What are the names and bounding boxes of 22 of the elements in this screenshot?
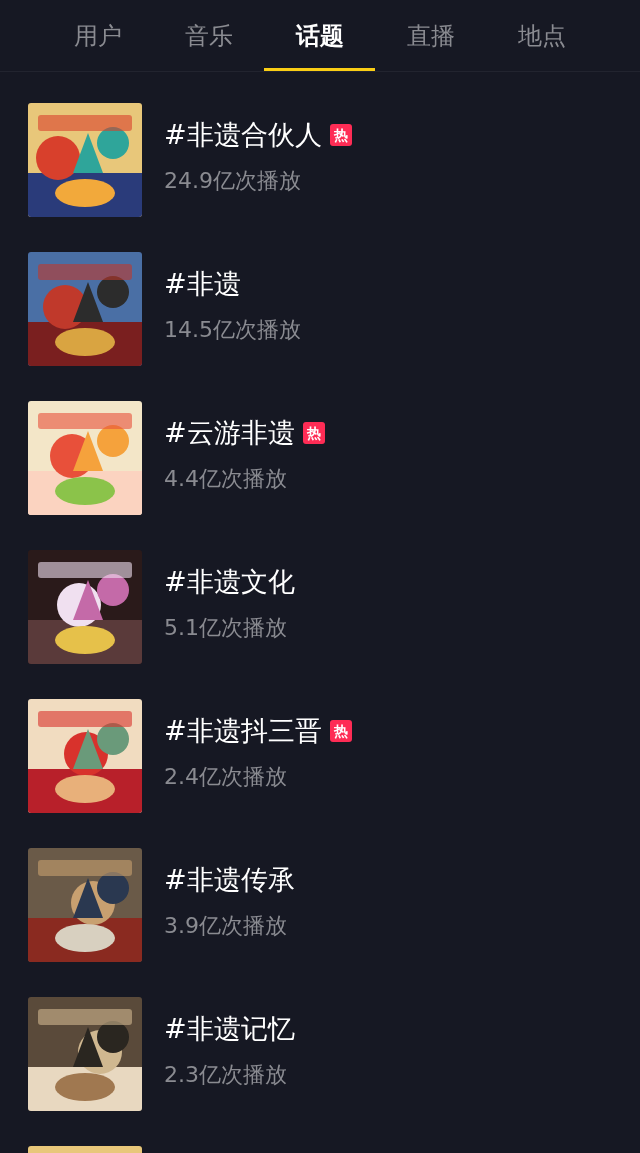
topic-title[interactable]: #云游非遗: [164, 413, 295, 454]
topic-title[interactable]: #非遗抖三晋: [164, 711, 322, 752]
topic-title[interactable]: #非遗记忆: [164, 1009, 295, 1050]
play-count: 4.4亿次播放: [164, 464, 288, 493]
play-count: 2.4亿次播放: [164, 762, 288, 791]
tab[interactable]: 话题: [264, 0, 375, 71]
tab[interactable]: 用户: [42, 0, 153, 71]
hot-badge: 热: [329, 720, 352, 743]
topic-title[interactable]: #非遗文化: [164, 562, 295, 603]
play-count: 2.3亿次播放: [164, 1060, 288, 1089]
play-count: 3.9亿次播放: [164, 911, 288, 940]
hot-badge: 热: [329, 124, 352, 147]
topic-title[interactable]: #非遗传承: [164, 860, 295, 901]
topic-title[interactable]: #非遗: [164, 264, 241, 305]
play-count: 14.5亿次播放: [164, 315, 301, 344]
tab[interactable]: 地点: [486, 0, 597, 71]
tab[interactable]: 直播: [375, 0, 486, 71]
tab[interactable]: 音乐: [153, 0, 264, 71]
play-count: 24.9亿次播放: [164, 166, 302, 195]
play-count: 5.1亿次播放: [164, 613, 288, 642]
topic-title[interactable]: #非遗合伙人: [164, 115, 322, 156]
hot-badge: 热: [302, 422, 325, 445]
